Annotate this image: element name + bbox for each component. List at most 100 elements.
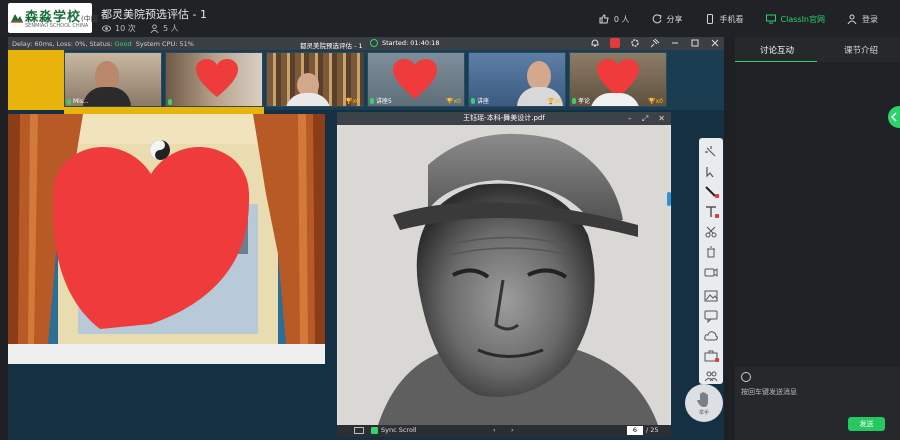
maximize-icon[interactable] (690, 38, 700, 48)
stage-painting-image (8, 114, 325, 364)
view-count-label: 10 次 (115, 24, 136, 33)
mic-icon (67, 98, 71, 105)
mic-icon (370, 97, 374, 104)
page-number-input[interactable]: 6 (627, 426, 643, 435)
window-controls (590, 38, 720, 48)
right-panel: 讨论互动 课节介绍 按回车键发送消息 发送 (735, 37, 900, 440)
eye-icon (102, 25, 111, 32)
participant-tile[interactable] (165, 52, 263, 107)
status-value: Good (114, 40, 132, 48)
participant-label: Mis... (67, 98, 89, 105)
chat-messages-area (735, 62, 900, 367)
pen-icon[interactable] (704, 184, 719, 198)
trophy-count: 🏆x0 (446, 98, 461, 105)
privacy-heart-icon (392, 59, 438, 99)
participant-label (168, 99, 174, 105)
monitor-icon (765, 14, 776, 24)
mobile-view-button[interactable]: 手机看 (705, 14, 744, 25)
course-title: 都灵美院预选评估 - 1 (101, 8, 207, 21)
share-button[interactable]: 分享 (652, 14, 683, 25)
people-count-label: 5 人 (163, 24, 179, 33)
user-icon (847, 14, 857, 24)
text-tool-icon[interactable] (704, 204, 719, 218)
like-button[interactable]: 0 人 (599, 14, 630, 25)
people-count: 5 人 (150, 23, 179, 34)
participant-tile[interactable]: 讲座 🏆x0 (468, 52, 566, 107)
send-button[interactable]: 发送 (848, 417, 885, 431)
shared-image-board[interactable] (8, 114, 325, 364)
toolbox-icon[interactable] (704, 348, 719, 362)
status-prefix: Delay: 60ms, Loss: 0%, Status: (12, 40, 113, 48)
bell-icon[interactable] (590, 38, 600, 48)
clock-icon (370, 39, 378, 47)
phone-icon (706, 14, 713, 24)
tab-lesson-intro[interactable]: 课节介绍 (844, 44, 878, 56)
login-label: 登录 (862, 14, 878, 24)
next-page-button[interactable]: › (511, 426, 514, 434)
share-icon (652, 14, 662, 24)
select-cursor-icon[interactable] (704, 164, 718, 178)
participant-tile[interactable]: Mis... (64, 52, 162, 107)
record-icon[interactable] (610, 38, 620, 48)
chevron-left-icon (890, 112, 897, 122)
participant-tile[interactable]: 讲座5 🏆x0 (367, 52, 465, 107)
video-strip: Mis... 🏆x0 讲座5 🏆x0 讲座 🏆x0 孝论 🏆x0 (8, 50, 724, 114)
scissors-icon[interactable] (704, 224, 718, 238)
trash-icon[interactable] (704, 244, 718, 258)
image-icon[interactable] (704, 288, 718, 302)
group-icon[interactable] (704, 368, 718, 382)
expand-side-tab[interactable] (888, 106, 900, 128)
close-icon[interactable] (710, 38, 720, 48)
settings-gear-icon[interactable] (630, 38, 640, 48)
mic-icon (572, 97, 576, 104)
camera-icon[interactable] (704, 264, 718, 278)
logo-mountain-icon (11, 14, 23, 23)
pin-icon[interactable] (650, 38, 660, 48)
mobile-view-label: 手机看 (719, 14, 744, 24)
raise-hand-button[interactable]: 举手 (685, 384, 723, 422)
maximize-icon[interactable]: ⤢ (642, 112, 648, 125)
participant-tile[interactable]: 🏆x0 (266, 52, 364, 107)
minimize-icon[interactable] (670, 38, 680, 48)
participant-name: 讲座 (477, 98, 490, 105)
emoji-icon[interactable] (741, 372, 751, 382)
school-logo[interactable]: 森淼学校(中国 SENMIAO SCHOOL CHINA (8, 3, 98, 33)
checkbox-icon (371, 426, 378, 434)
thumbs-up-icon (599, 14, 609, 24)
prev-page-button[interactable]: ‹ (493, 426, 496, 434)
class-timer: Started: 01:40:18 (370, 39, 439, 47)
classroom-window: Delay: 60ms, Loss: 0%, Status: Good Syst… (8, 37, 724, 440)
chat-input-area: 按回车键发送消息 发送 (735, 367, 900, 440)
participant-label: 讲座 (471, 96, 489, 105)
participant-name: 孝论 (578, 98, 591, 105)
tab-discussion[interactable]: 讨论互动 (760, 44, 794, 56)
pdf-scrollbar[interactable] (667, 192, 671, 206)
classin-site-link[interactable]: ClassIn官网 (765, 14, 825, 25)
classin-site-label: ClassIn官网 (780, 14, 825, 24)
chat-bubble-icon[interactable] (704, 308, 718, 324)
chat-input-field[interactable]: 按回车键发送消息 (741, 387, 797, 397)
pdf-window-controls: – ⤢ ✕ (628, 112, 665, 125)
mic-icon (471, 97, 475, 104)
login-button[interactable]: 登录 (847, 14, 878, 25)
view-count: 10 次 (102, 23, 136, 34)
pdf-page[interactable] (338, 125, 670, 425)
charcoal-portrait-image (338, 125, 670, 425)
cloud-icon[interactable] (704, 328, 718, 342)
participant-tile[interactable]: 孝论 🏆x0 (569, 52, 667, 107)
person-icon (150, 24, 159, 33)
thumbnail-panel-icon[interactable] (354, 427, 364, 434)
minimize-icon[interactable]: – (628, 112, 632, 125)
panel-tabs: 讨论互动 课节介绍 (735, 37, 900, 62)
whiteboard-toolbar (699, 138, 723, 384)
close-icon[interactable]: ✕ (658, 112, 665, 125)
share-label: 分享 (666, 14, 683, 24)
timer-label: Started: 01:40:18 (382, 39, 440, 47)
pdf-title: 王钰瑶-本科-舞美设计.pdf (463, 114, 545, 122)
participant-name: 讲座5 (376, 98, 392, 105)
laser-pointer-icon[interactable] (704, 144, 718, 158)
participant-label: 讲座5 (370, 96, 392, 105)
raise-hand-label: 举手 (698, 409, 709, 416)
classroom-title: 都灵美院预选评估 - 1 (300, 42, 363, 50)
sync-scroll-toggle[interactable]: Sync Scroll (371, 426, 417, 434)
